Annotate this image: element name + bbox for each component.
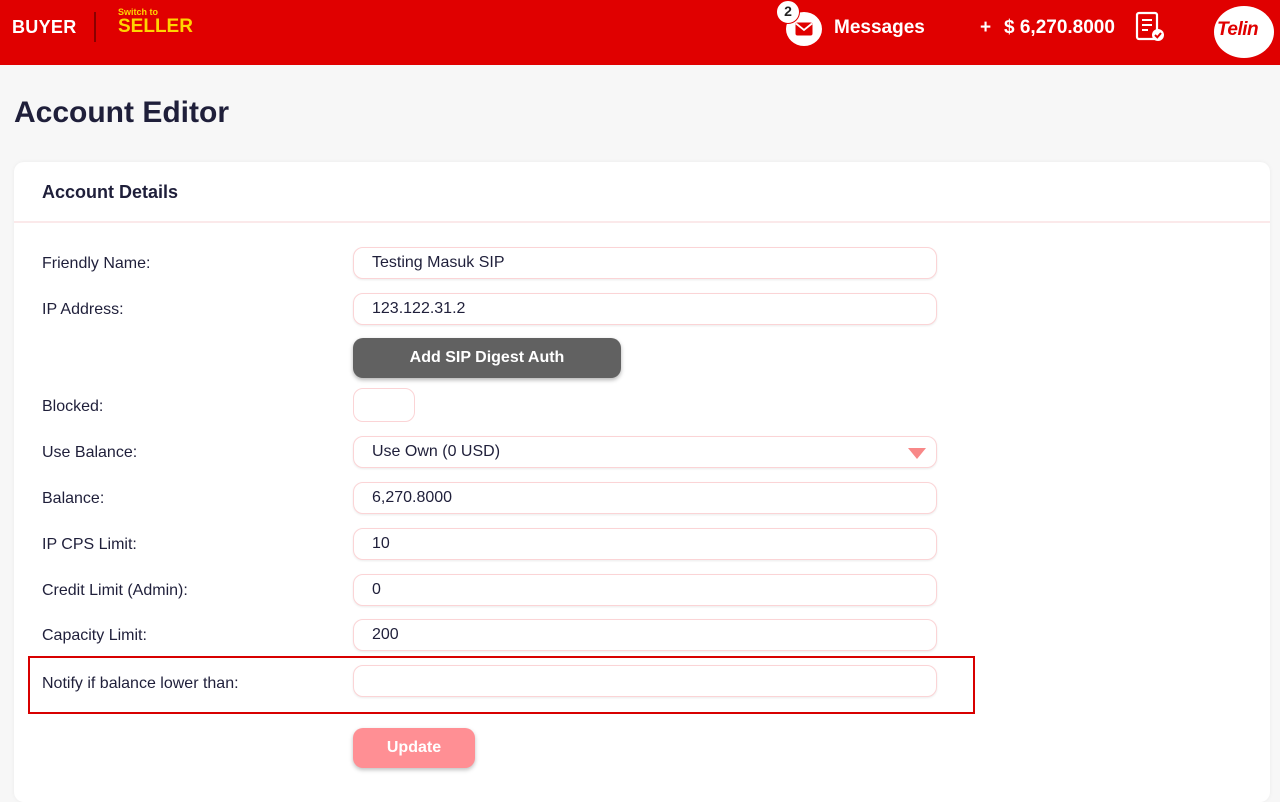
account-details-card: Account Details Friendly Name: Testing M… <box>14 162 1270 802</box>
balance-input[interactable]: 6,270.8000 <box>353 482 937 514</box>
credit-limit-label: Credit Limit (Admin): <box>42 582 188 599</box>
dropdown-arrow-icon[interactable] <box>908 448 926 459</box>
buyer-mode-label: BUYER <box>12 17 77 37</box>
card-title: Account Details <box>42 182 179 202</box>
use-balance-label: Use Balance: <box>42 444 138 461</box>
balance-label: Balance: <box>42 490 105 507</box>
ip-address-input[interactable]: 123.122.31.2 <box>353 293 937 325</box>
capacity-limit-label: Capacity Limit: <box>42 627 147 644</box>
account-balance: $ 6,270.8000 <box>1004 17 1115 38</box>
friendly-name-label: Friendly Name: <box>42 255 151 272</box>
add-sip-digest-auth-button[interactable]: Add SIP Digest Auth <box>353 338 621 378</box>
credit-limit-input[interactable]: 0 <box>353 574 937 606</box>
page-title: Account Editor <box>14 96 229 129</box>
switch-to-seller-link[interactable]: SELLER <box>118 16 193 38</box>
notify-balance-input[interactable] <box>353 665 937 697</box>
ip-address-label: IP Address: <box>42 301 124 318</box>
ip-cps-limit-input[interactable]: 10 <box>353 528 937 560</box>
blocked-label: Blocked: <box>42 398 104 415</box>
logo-text: Telin <box>1217 19 1259 40</box>
top-bar: BUYER Switch to SELLER 2 Messages + $ 6,… <box>0 0 1280 65</box>
card-divider <box>14 221 1270 223</box>
ip-cps-limit-label: IP CPS Limit: <box>42 536 137 553</box>
mode-divider <box>94 12 96 42</box>
use-balance-selected-value: Use Own (0 USD) <box>372 443 501 460</box>
messages-count-badge: 2 <box>776 0 800 24</box>
blocked-toggle[interactable] <box>353 388 415 422</box>
notify-balance-label: Notify if balance lower than: <box>42 675 239 692</box>
billing-ledger-icon[interactable] <box>1134 11 1166 48</box>
messages-link[interactable]: Messages <box>834 17 925 39</box>
use-balance-select[interactable]: Use Own (0 USD) <box>353 436 937 468</box>
capacity-limit-input[interactable]: 200 <box>353 619 937 651</box>
add-funds-button[interactable]: + <box>980 17 991 39</box>
friendly-name-input[interactable]: Testing Masuk SIP <box>353 247 937 279</box>
telin-logo[interactable]: Telin <box>1214 6 1274 58</box>
update-button[interactable]: Update <box>353 728 475 768</box>
